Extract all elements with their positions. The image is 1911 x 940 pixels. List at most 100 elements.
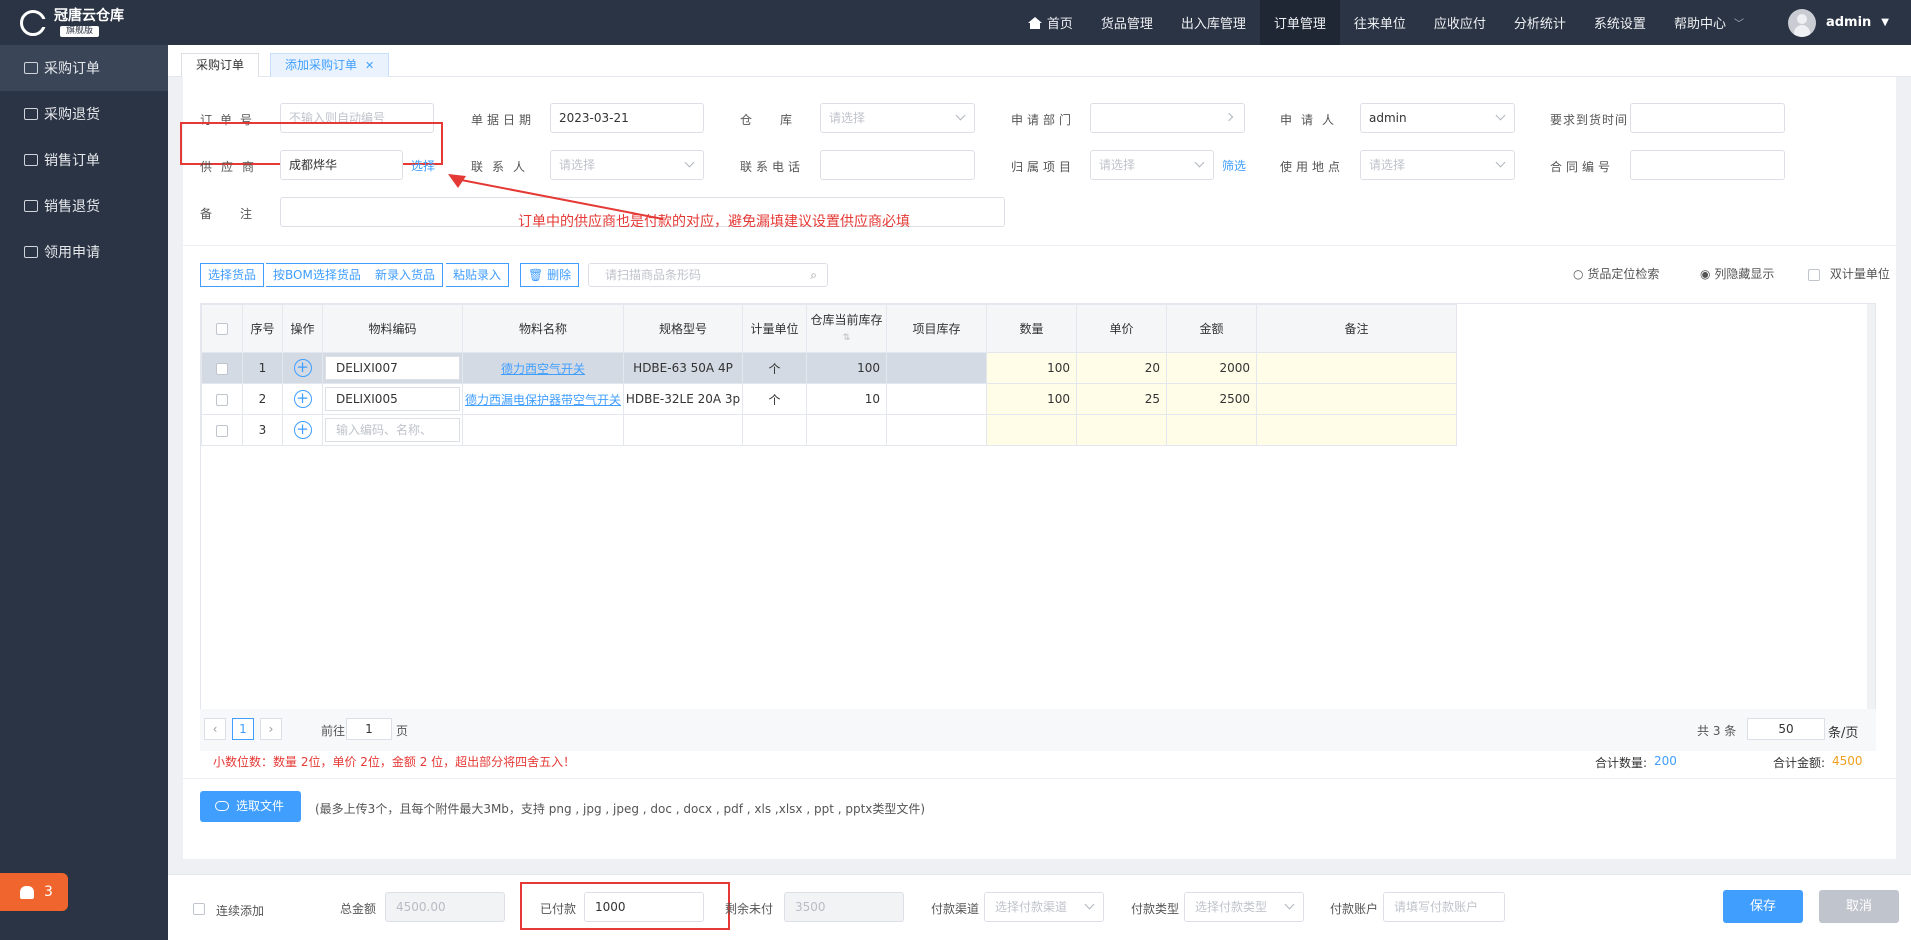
sidebar-item-purchase-return[interactable]: 采购退货: [0, 91, 168, 137]
total-amount-input[interactable]: 4500.00: [385, 892, 505, 922]
amount-cell[interactable]: 2000: [1166, 352, 1257, 384]
sort-icon[interactable]: ⇅: [843, 333, 851, 343]
delete-button[interactable]: 🗑 删除: [520, 263, 580, 287]
amount-cell[interactable]: 2500: [1166, 383, 1257, 415]
code-input[interactable]: DELIXI005: [325, 387, 460, 411]
price-cell[interactable]: 20: [1076, 352, 1167, 384]
cart-icon: [24, 108, 38, 120]
column-visibility-button[interactable]: ◉ 列隐藏显示: [1700, 265, 1774, 282]
user-menu[interactable]: admin ▼: [1758, 8, 1911, 37]
total-amount: 4500: [1832, 754, 1863, 768]
avatar: [1787, 8, 1816, 37]
row-checkbox[interactable]: [216, 424, 228, 437]
price-cell[interactable]: [1076, 414, 1167, 446]
doc-date-input[interactable]: 2023-03-21: [550, 103, 704, 133]
locate-goods-button[interactable]: ○ 货品定位检索: [1573, 265, 1659, 282]
barcode-scan-input[interactable]: 请扫描商品条形码 ⌕: [588, 263, 828, 287]
contact-label: 联系人: [471, 160, 535, 174]
tab-purchase-order[interactable]: 采购订单: [181, 53, 260, 77]
pagination: ‹ 1 › 前往 1 页 共 3 条 50 条/页: [200, 709, 1876, 751]
nav-home[interactable]: 首页: [1014, 0, 1087, 45]
nav-orders[interactable]: 订单管理: [1259, 0, 1340, 45]
select-all-header[interactable]: [201, 304, 243, 353]
qty-cell[interactable]: 100: [986, 383, 1077, 415]
paid-amount-input[interactable]: 1000: [584, 892, 704, 922]
col-unit: 计量单位: [742, 304, 807, 353]
row-checkbox[interactable]: [216, 393, 228, 406]
app-logo[interactable]: 冠唐云仓库 旗舰版: [0, 0, 168, 45]
remark-label: 备注: [200, 207, 281, 221]
row-checkbox[interactable]: [216, 362, 228, 375]
nav-inout[interactable]: 出入库管理: [1167, 0, 1260, 45]
sidebar-item-requisition[interactable]: 领用申请: [0, 229, 168, 275]
save-button[interactable]: 保存: [1723, 890, 1803, 923]
price-cell[interactable]: 25: [1076, 383, 1167, 415]
prev-page-button[interactable]: ‹: [204, 718, 226, 740]
remark-cell[interactable]: [1256, 414, 1457, 446]
goto-page-input[interactable]: 1: [346, 718, 392, 740]
contract-no-input[interactable]: [1630, 150, 1785, 180]
page-number[interactable]: 1: [232, 718, 254, 740]
sidebar-item-purchase-order[interactable]: 采购订单: [0, 45, 168, 91]
close-icon[interactable]: ✕: [365, 59, 374, 72]
add-row-icon[interactable]: +: [293, 390, 312, 408]
sidebar-item-sales-order[interactable]: 销售订单: [0, 137, 168, 183]
nav-help[interactable]: 帮助中心 ﹀: [1660, 0, 1758, 45]
supplier-select-link[interactable]: 选择: [411, 157, 435, 174]
code-input[interactable]: 输入编码、名称、: [325, 418, 460, 442]
page-size-select[interactable]: 50: [1747, 718, 1825, 740]
eye-icon: ◉: [1700, 267, 1711, 281]
qty-cell[interactable]: 100: [986, 352, 1077, 384]
nav-receivable[interactable]: 应收应付: [1420, 0, 1500, 45]
add-row-icon[interactable]: +: [293, 359, 312, 377]
cancel-button[interactable]: 取消: [1819, 890, 1899, 923]
goods-name-link[interactable]: 德力西空气开关: [501, 362, 585, 376]
remark-cell[interactable]: [1256, 383, 1457, 415]
payment-account-input[interactable]: 请填写付款账户: [1383, 892, 1505, 922]
table-row[interactable]: 1 + DELIXI007 德力西空气开关 HDBE-63 50A 4P 个 1…: [201, 352, 1457, 384]
location-select[interactable]: 请选择: [1360, 150, 1515, 180]
nav-partners[interactable]: 往来单位: [1340, 0, 1420, 45]
qty-cell[interactable]: [986, 414, 1077, 446]
remark-cell[interactable]: [1256, 352, 1457, 384]
caret-down-icon: ▼: [1881, 17, 1889, 28]
col-stock[interactable]: 仓库当前库存 ⇅: [806, 304, 887, 353]
nav-analysis[interactable]: 分析统计: [1500, 0, 1580, 45]
select-goods-button[interactable]: 选择货品: [200, 263, 265, 287]
vertical-scrollbar[interactable]: [1867, 304, 1875, 750]
supplier-input[interactable]: 成都烨华: [280, 150, 403, 180]
dual-unit-checkbox[interactable]: 双计量单位: [1808, 265, 1890, 282]
trash-icon: 🗑: [528, 268, 544, 282]
add-row-icon[interactable]: +: [293, 421, 312, 439]
upload-file-button[interactable]: 选取文件: [200, 791, 301, 822]
paste-entry-button[interactable]: 粘贴录入: [446, 263, 510, 287]
checkbox[interactable]: [1808, 268, 1820, 281]
sidebar-item-sales-return[interactable]: 销售退货: [0, 183, 168, 229]
delivery-time-input[interactable]: [1630, 103, 1785, 133]
tab-add-purchase-order[interactable]: 添加采购订单 ✕: [270, 53, 390, 77]
bottom-bar: 连续添加 总金额 4500.00 已付款 1000 剩余未付 3500 付款渠道…: [168, 874, 1911, 940]
next-page-button[interactable]: ›: [260, 718, 282, 740]
code-input[interactable]: DELIXI007: [325, 356, 460, 380]
phone-input[interactable]: [820, 150, 975, 180]
table-row[interactable]: 2 + DELIXI005 德力西漏电保护器带空气开关 HDBE-32LE 20…: [201, 383, 1457, 415]
new-goods-button[interactable]: 新录入货品: [368, 263, 444, 287]
amount-cell[interactable]: [1166, 414, 1257, 446]
project-select[interactable]: 请选择: [1090, 150, 1214, 180]
warehouse-select[interactable]: 请选择: [820, 103, 975, 133]
nav-settings[interactable]: 系统设置: [1580, 0, 1660, 45]
nav-goods[interactable]: 货品管理: [1087, 0, 1167, 45]
notification-badge[interactable]: 3: [0, 873, 68, 911]
applicant-select[interactable]: admin: [1360, 103, 1515, 133]
remaining-amount-input[interactable]: 3500: [784, 892, 904, 922]
bom-select-button[interactable]: 按BOM选择货品: [266, 263, 369, 287]
dept-select[interactable]: [1090, 103, 1245, 133]
table-row[interactable]: 3 + 输入编码、名称、: [201, 414, 1457, 446]
payment-channel-select[interactable]: 选择付款渠道: [984, 892, 1104, 922]
project-filter-link[interactable]: 筛选: [1222, 157, 1246, 174]
payment-type-select[interactable]: 选择付款类型: [1184, 892, 1304, 922]
col-spec: 规格型号: [623, 304, 743, 353]
continuous-add-checkbox[interactable]: [193, 903, 205, 915]
checkbox[interactable]: [216, 323, 228, 335]
goods-name-link[interactable]: 德力西漏电保护器带空气开关: [465, 393, 621, 407]
